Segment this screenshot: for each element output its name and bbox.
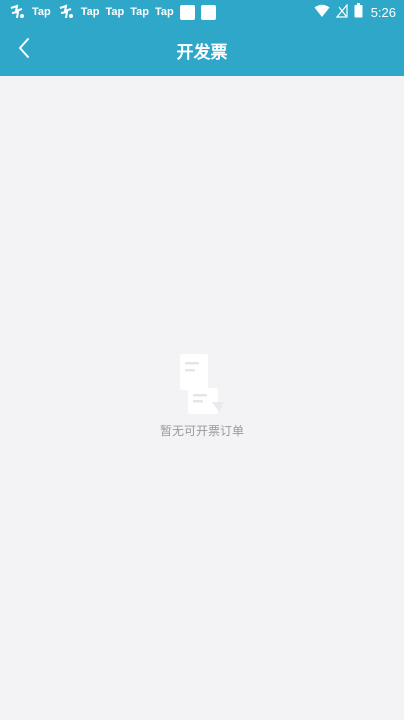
- chevron-left-icon: [17, 37, 31, 63]
- system-icons: 5:26: [314, 0, 396, 24]
- notification-square-icon: [200, 4, 216, 20]
- empty-state-message: 暂无可开票订单: [159, 424, 244, 438]
- content-area: 暂无可开票订单: [0, 76, 404, 720]
- signal-icon: [335, 2, 348, 22]
- notification-area: Tap Tap Tap Tap Tap: [8, 0, 216, 24]
- notification-text: Tap: [32, 6, 51, 18]
- status-bar: Tap Tap Tap Tap Tap 5:26: [0, 0, 404, 24]
- notification-text: Tap: [130, 6, 149, 18]
- back-button[interactable]: [8, 32, 40, 68]
- battery-icon: [354, 2, 363, 22]
- notification-text: Tap: [105, 6, 125, 18]
- status-time: 5:26: [370, 4, 396, 20]
- page-title: 开发票: [176, 42, 228, 63]
- notification-text: Tap: [155, 6, 174, 18]
- app-logo-icon: [8, 3, 26, 21]
- notification-text: Tap: [80, 6, 100, 18]
- app-bar: 开发票: [0, 24, 404, 76]
- app-logo-icon: [57, 3, 75, 21]
- wifi-icon: [314, 3, 330, 22]
- empty-state: 暂无可开票订单: [0, 352, 404, 439]
- empty-document-icon: [176, 352, 228, 416]
- notification-square-icon: [179, 4, 195, 20]
